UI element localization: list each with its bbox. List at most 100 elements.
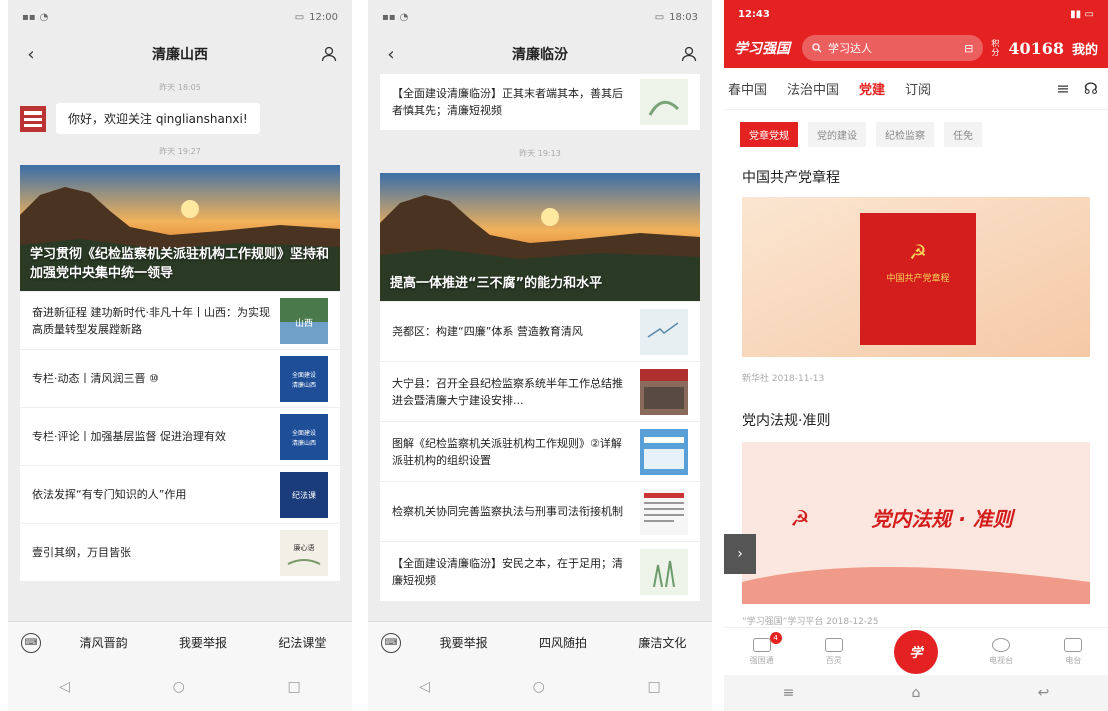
chip[interactable]: 党的建设 (808, 122, 866, 147)
tabbar-label: 强国通 (749, 655, 774, 665)
menu-icon[interactable]: ≡ (1056, 79, 1069, 98)
tab-item[interactable]: 订阅 (905, 79, 931, 98)
svg-text:党内法规 · 准则: 党内法规 · 准则 (871, 507, 1016, 531)
menu-item[interactable]: 我要举报 (153, 634, 252, 651)
svg-text:全面建设: 全面建设 (292, 429, 316, 437)
hero-article[interactable]: 提高一体推进“三不腐”的能力和水平 (380, 173, 700, 301)
menu-icon[interactable]: ≡ (783, 685, 795, 701)
bottom-tab-bar: 4 强国通 百灵 学 电视台 电台 (724, 627, 1108, 675)
menu-item[interactable]: 我要举报 (414, 634, 513, 651)
signal-battery-icon: ▮▮ ▭ (1070, 8, 1094, 20)
tab-item-active[interactable]: 党建 (859, 79, 885, 98)
list-item[interactable]: 【全面建设清廉临汾】安民之本，在于足用；清廉短视频 (380, 541, 700, 601)
hero-article[interactable]: 学习贯彻《纪检监察机关派驻机构工作规则》坚持和加强党中央集中统一领导 (20, 165, 340, 291)
back-icon[interactable]: ‹ (380, 44, 402, 65)
timestamp: 昨天 19:13 (519, 149, 561, 158)
list-item[interactable]: 图解《纪检监察机关派驻机构工作规则》②详解派驻机构的组织设置 (380, 421, 700, 481)
svg-text:☭: ☭ (909, 240, 927, 264)
menu-item[interactable]: 四风随拍 (513, 634, 612, 651)
scan-icon[interactable]: ⊟ (964, 42, 973, 55)
list-item[interactable]: 奋进新征程 建功新时代·非凡十年丨山西：为实现高质量转型发展蹚新路 山西 (20, 291, 340, 349)
article-image[interactable]: ☭ 中国共产党章程 (742, 197, 1090, 357)
tab-item[interactable]: 春中国 (728, 79, 767, 98)
profile-icon[interactable] (678, 46, 700, 62)
keyboard-icon: ⌨ (21, 632, 41, 653)
list-item[interactable]: 尧都区：构建“四廉”体系 营造教育清风 (380, 301, 700, 361)
list-item[interactable]: 【全面建设清廉临汾】正其末者端其本，善其后者慎其先；清廉短视频 (380, 74, 700, 130)
headphones-icon[interactable]: ☊ (1084, 79, 1098, 98)
recent-square-icon[interactable]: □ (287, 679, 300, 695)
timestamp: 昨天 19:27 (159, 147, 201, 156)
menu-item[interactable]: 廉洁文化 (613, 634, 712, 651)
system-nav-bar: ◁ ○ □ (8, 663, 352, 711)
phone-wechat-qinglian-linfen: ▪▪ ◔ ▭ 18:03 ‹ 清廉临汾 【全面建设清廉临汾】正其末者端其本，善其后者… (368, 0, 712, 711)
svg-text:山西: 山西 (295, 318, 313, 329)
keyboard-icon: ⌨ (381, 632, 401, 653)
article-image[interactable]: ☭ 党内法规 · 准则 (742, 442, 1090, 604)
list-item-title: 专栏·动态丨清风润三晋 ⑩ (32, 372, 159, 385)
tabbar-item[interactable]: 4 强国通 (749, 631, 782, 666)
tabbar-label: 百灵 (825, 655, 842, 665)
list-item[interactable]: 大宁县：召开全县纪检监察系统半年工作总结推进会暨清廉大宁建设安排... (380, 361, 700, 421)
keyboard-toggle[interactable]: ⌨ (368, 632, 414, 653)
menu-bar: ⌨ 清风晋韵 我要举报 纪法课堂 (8, 621, 352, 663)
menu-item[interactable]: 清风晋韵 (54, 634, 153, 651)
top-bar: 学习强国 学习达人 ⊟ 积分 40168 我的 (724, 28, 1108, 68)
chat-header: ‹ 清廉临汾 (368, 34, 712, 74)
status-bar: 12:43 ▮▮ ▭ (724, 0, 1108, 28)
back-icon[interactable]: ↩ (1038, 685, 1050, 701)
app-header: 12:43 ▮▮ ▭ 学习强国 学习达人 ⊟ 积分 40168 我的 (724, 0, 1108, 68)
sub-tabs: 党章党规 党的建设 纪检监察 任免 (724, 110, 1108, 153)
tabbar-label: 电台 (1065, 655, 1082, 665)
home-icon[interactable]: ⌂ (912, 685, 921, 701)
tabbar-item[interactable]: 电视台 (989, 637, 1013, 666)
search-icon (812, 43, 822, 53)
points-value[interactable]: 40168 (1008, 39, 1064, 58)
list-item[interactable]: 专栏·评论丨加强基层监督 促进治理有效 全面建设 清廉山西 (20, 407, 340, 465)
avatar (20, 105, 46, 132)
expand-arrow-icon[interactable]: › (724, 534, 756, 574)
page-title: 清廉山西 (152, 47, 208, 63)
home-circle-icon[interactable]: ○ (173, 679, 185, 695)
profile-icon[interactable] (318, 46, 340, 62)
menu-item[interactable]: 纪法课堂 (253, 634, 352, 651)
back-triangle-icon[interactable]: ◁ (59, 679, 70, 695)
status-time: 18:03 (669, 11, 698, 23)
tabbar-item[interactable]: 百灵 (824, 637, 843, 666)
keyboard-toggle[interactable]: ⌨ (8, 632, 54, 653)
tabbar-item[interactable]: 电台 (1064, 637, 1083, 666)
thumbnail: 全面建设清廉山西 (280, 355, 328, 402)
svg-text:中国共产党章程: 中国共产党章程 (886, 272, 949, 284)
list-item[interactable]: 检察机关协同完善监察执法与刑事司法衔接机制 (380, 481, 700, 541)
back-icon[interactable]: ‹ (20, 44, 42, 65)
message-row: 你好，欢迎关注 qinglianshanxi! (8, 103, 352, 134)
menu-bar: ⌨ 我要举报 四风随拍 廉洁文化 (368, 621, 712, 663)
back-triangle-icon[interactable]: ◁ (419, 679, 430, 695)
notification-badge: 4 (769, 631, 782, 644)
recent-square-icon[interactable]: □ (647, 679, 660, 695)
thumbnail (640, 308, 688, 355)
thumbnail: 全面建设清廉山西 (280, 413, 328, 460)
list-item[interactable]: 依法发挥“有专门知识的人”作用 纪法课 (20, 465, 340, 523)
chip-active[interactable]: 党章党规 (740, 122, 798, 147)
search-box[interactable]: 学习达人 ⊟ (802, 35, 984, 61)
thumbnail (640, 488, 688, 535)
tab-item[interactable]: 法治中国 (787, 79, 839, 98)
mine-button[interactable]: 我的 (1072, 39, 1098, 58)
svg-text:廉心语: 廉心语 (294, 543, 315, 552)
list-item[interactable]: 壹引其纲，万目皆张 廉心语 (20, 523, 340, 581)
list-item[interactable]: 专栏·动态丨清风润三晋 ⑩ 全面建设 清廉山西 (20, 349, 340, 407)
message-bubble: 你好，欢迎关注 qinglianshanxi! (56, 103, 260, 134)
svg-text:☭: ☭ (790, 507, 810, 532)
study-center-button[interactable]: 学 (893, 629, 938, 674)
phone-wechat-qinglian-shanxi: ▪▪ ◔ ▭ 12:00 ‹ 清廉山西 昨天 18:05 你好，欢迎关注 qingl… (8, 0, 352, 711)
thumbnail (640, 368, 688, 415)
app-logo: 学习强国 (734, 41, 790, 57)
home-circle-icon[interactable]: ○ (533, 679, 545, 695)
article-card: 学习贯彻《纪检监察机关派驻机构工作规则》坚持和加强党中央集中统一领导 奋进新征程… (20, 165, 340, 581)
chip[interactable]: 任免 (944, 122, 982, 147)
search-placeholder: 学习达人 (828, 42, 872, 55)
chip[interactable]: 纪检监察 (876, 122, 934, 147)
status-bar: ▪▪ ◔ ▭ 18:03 (368, 0, 712, 34)
thumbnail: 廉心语 (280, 529, 328, 576)
